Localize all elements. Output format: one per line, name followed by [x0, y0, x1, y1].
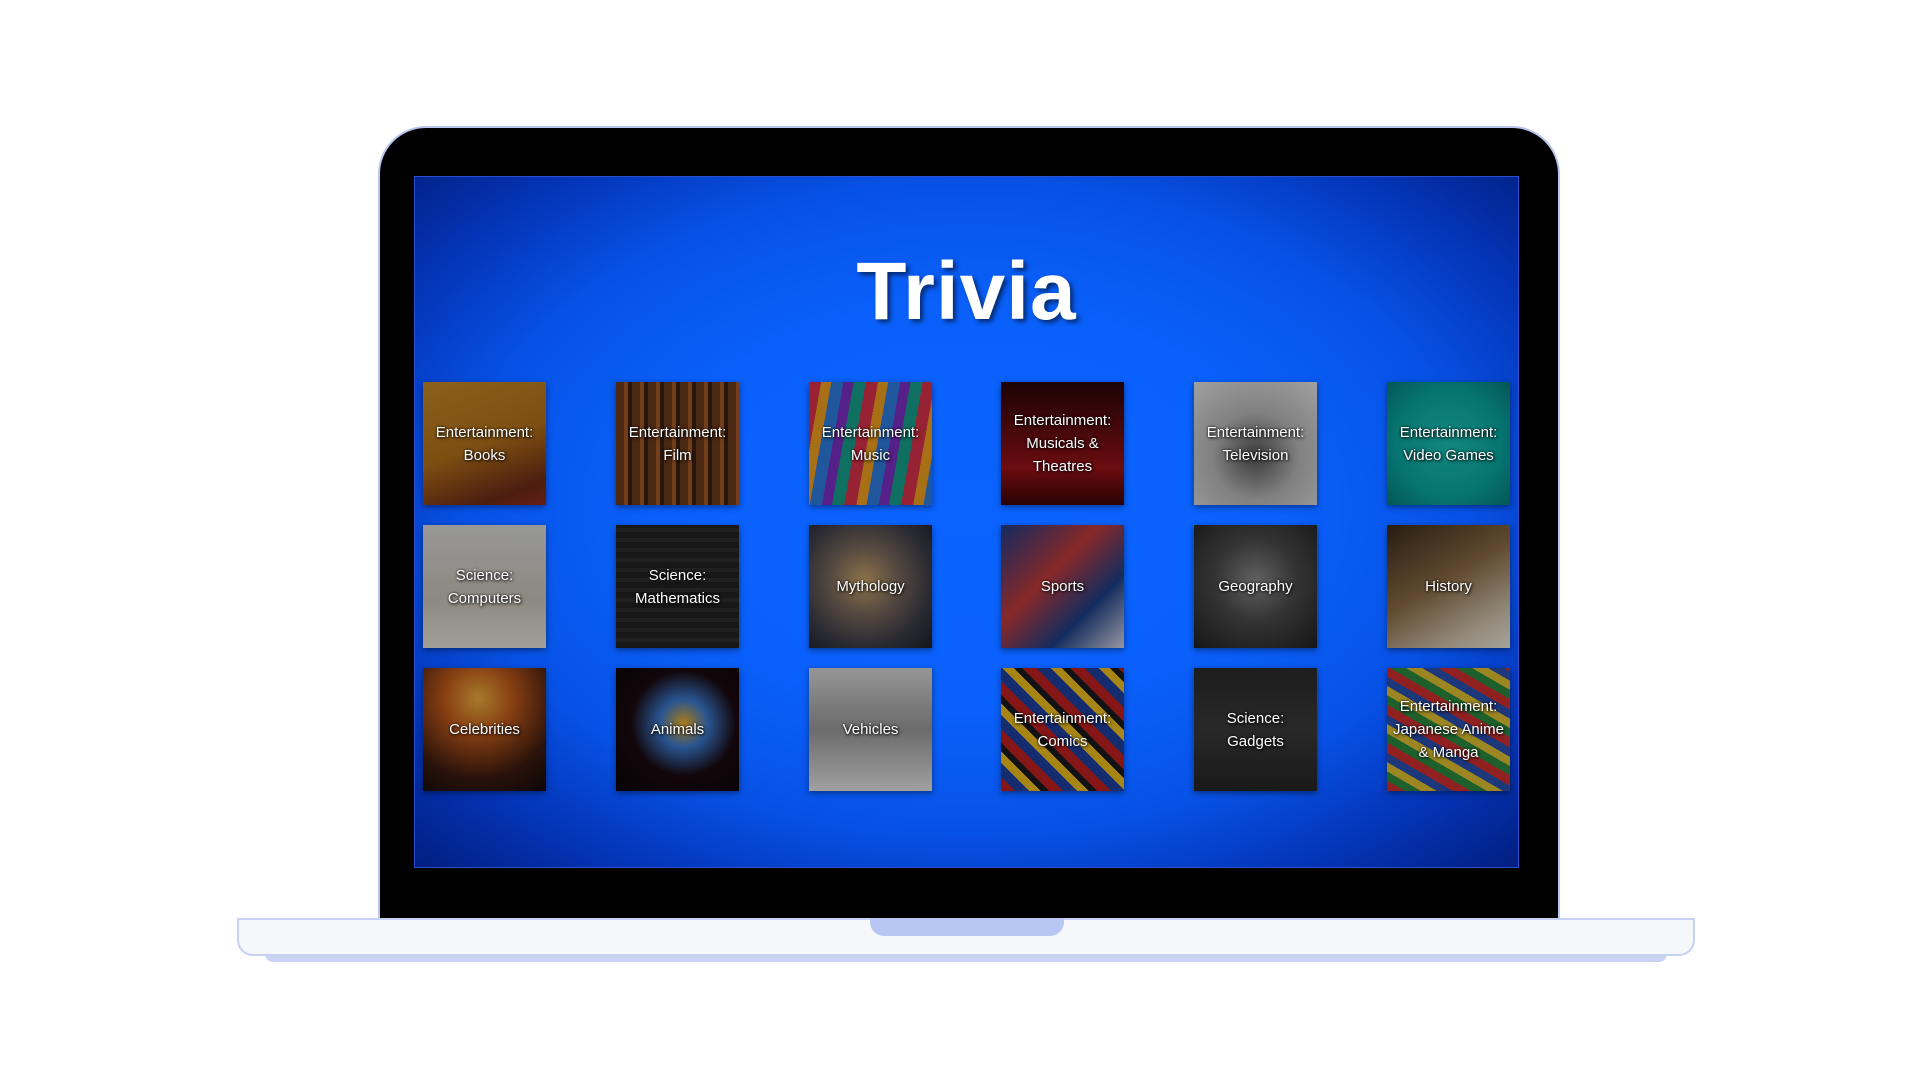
category-label: Entertainment: Video Games: [1399, 423, 1498, 464]
category-tile-animals[interactable]: Animals: [616, 668, 739, 791]
category-label: Vehicles: [842, 721, 899, 738]
category-label: Geography: [1218, 578, 1293, 595]
category-tile-sports[interactable]: Sports: [1001, 525, 1124, 648]
category-label: Entertainment: Books: [435, 423, 534, 464]
category-label: Entertainment: Film: [628, 423, 727, 464]
category-grid: Entertainment: Books Entertainment: Film…: [423, 382, 1515, 812]
category-tile-video-games[interactable]: Entertainment: Video Games: [1387, 382, 1510, 505]
category-label: History: [1425, 578, 1472, 595]
category-label: Sports: [1040, 578, 1085, 595]
category-label: Entertainment: Musicals & Theatres: [1013, 412, 1112, 475]
category-label: Science: Gadgets: [1226, 709, 1285, 750]
category-tile-geography[interactable]: Geography: [1194, 525, 1317, 648]
category-tile-anime-manga[interactable]: Entertainment: Japanese Anime & Manga: [1387, 668, 1510, 791]
category-label: Mythology: [836, 578, 905, 595]
category-tile-celebrities[interactable]: Celebrities: [423, 668, 546, 791]
category-tile-film[interactable]: Entertainment: Film: [616, 382, 739, 505]
category-label: Entertainment: Television: [1206, 423, 1305, 464]
category-tile-mythology[interactable]: Mythology: [809, 525, 932, 648]
category-tile-television[interactable]: Entertainment: Television: [1194, 382, 1317, 505]
category-tile-history[interactable]: History: [1387, 525, 1510, 648]
category-tile-vehicles[interactable]: Vehicles: [809, 668, 932, 791]
category-label: Entertainment: Music: [821, 423, 920, 464]
category-label: Entertainment: Japanese Anime & Manga: [1393, 698, 1504, 761]
category-label: Science: Mathematics: [634, 566, 721, 607]
category-tile-mathematics[interactable]: Science: Mathematics: [616, 525, 739, 648]
category-label: Science: Computers: [447, 566, 522, 607]
laptop-notch: [870, 918, 1064, 936]
page-title: Trivia: [856, 246, 1077, 337]
category-tile-computers[interactable]: Science: Computers: [423, 525, 546, 648]
laptop-screen: Trivia Entertainment: Books Entertainmen…: [414, 176, 1519, 868]
category-label: Celebrities: [449, 721, 520, 738]
category-tile-music[interactable]: Entertainment: Music: [809, 382, 932, 505]
category-tile-gadgets[interactable]: Science: Gadgets: [1194, 668, 1317, 791]
category-tile-musicals-theatres[interactable]: Entertainment: Musicals & Theatres: [1001, 382, 1124, 505]
category-tile-books[interactable]: Entertainment: Books: [423, 382, 546, 505]
category-label: Entertainment: Comics: [1013, 709, 1112, 750]
category-tile-comics[interactable]: Entertainment: Comics: [1001, 668, 1124, 791]
category-label: Animals: [650, 721, 705, 738]
